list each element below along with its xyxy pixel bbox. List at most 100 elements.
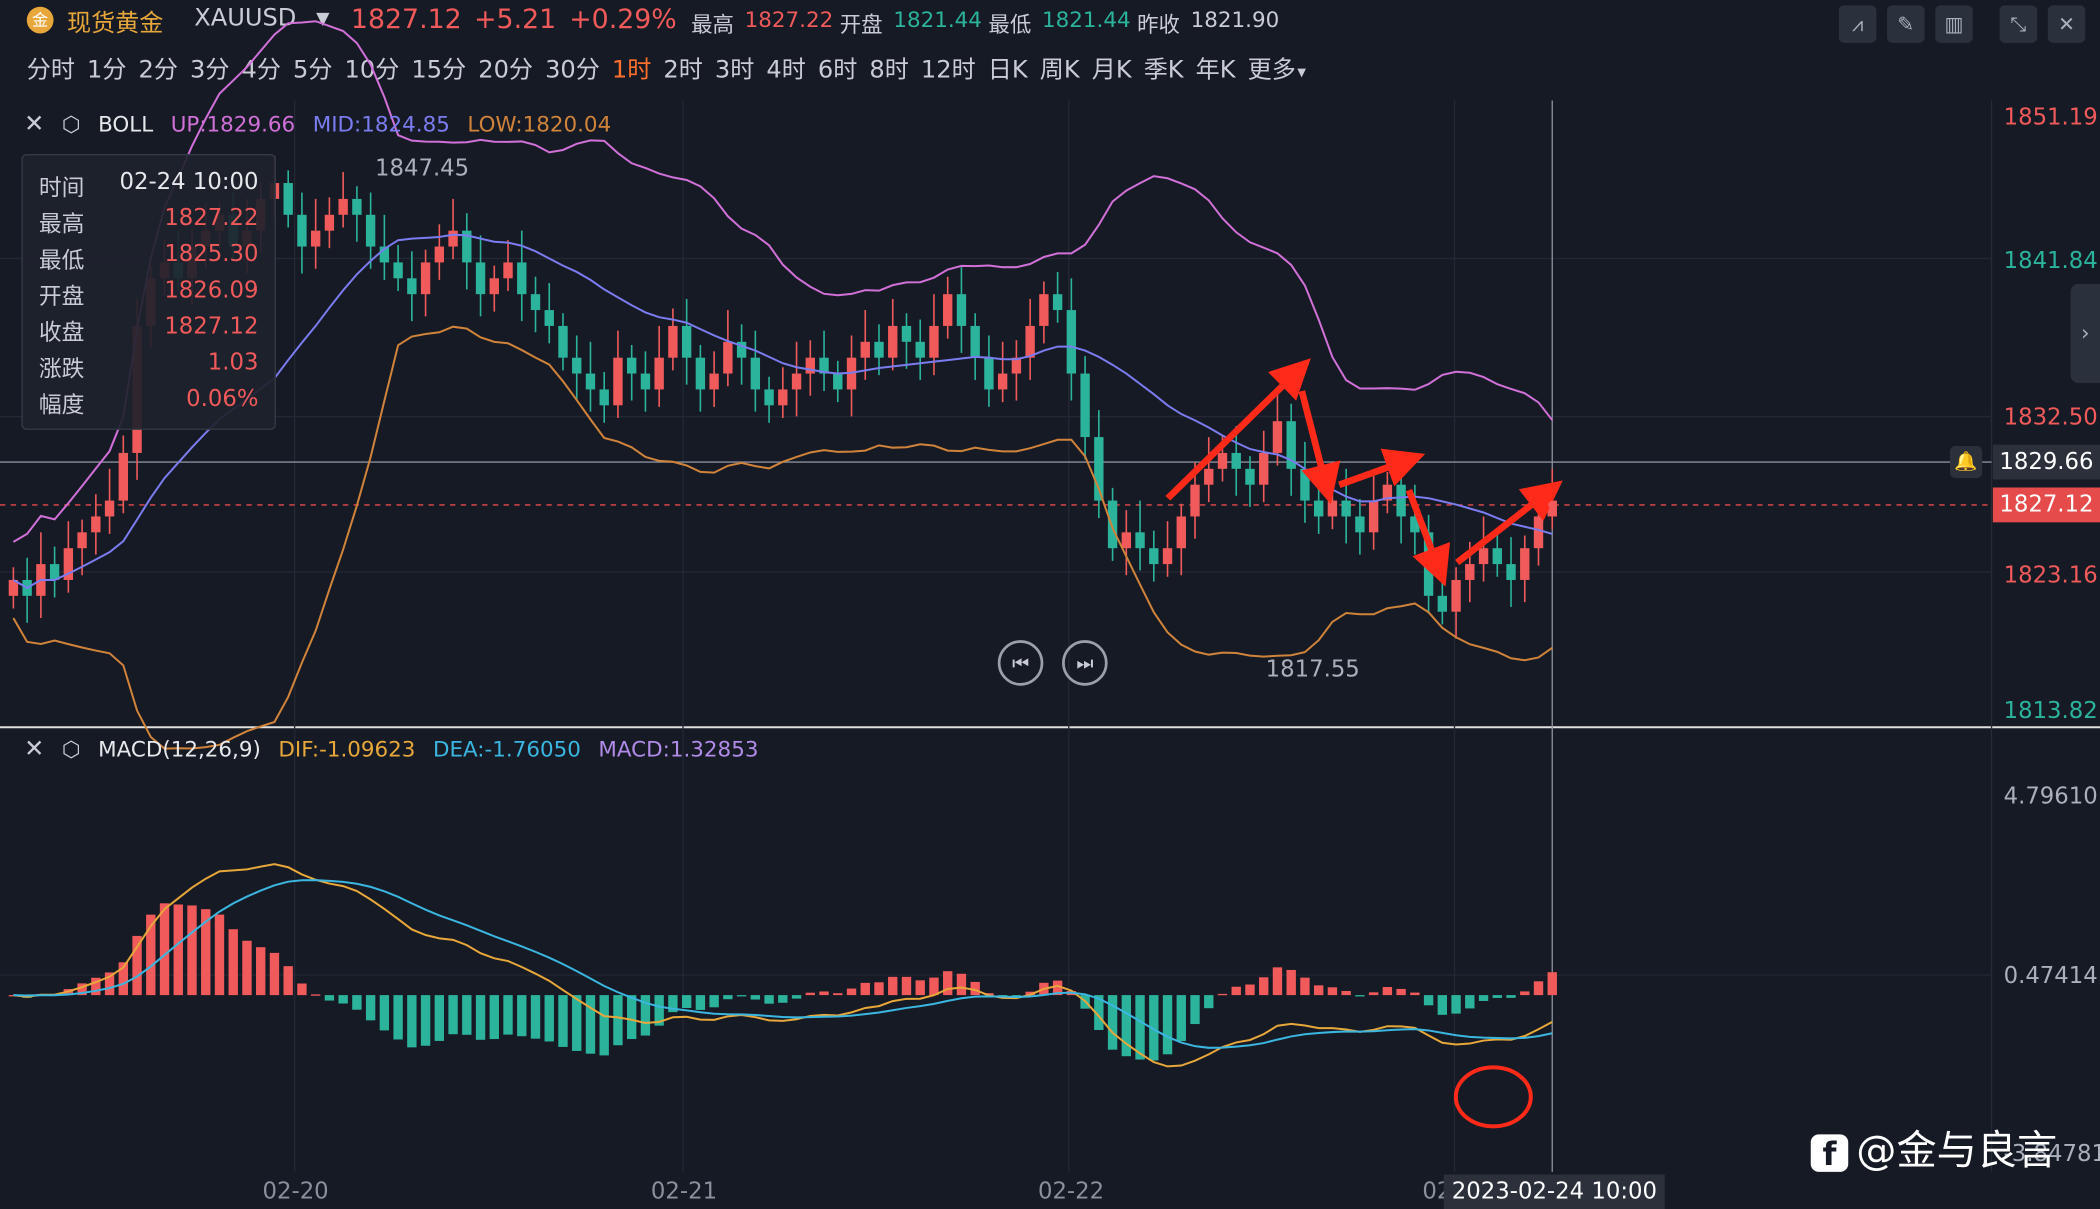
candle-body — [1341, 500, 1351, 517]
candle-body — [544, 310, 554, 326]
period-high-annotation: 1847.45 — [375, 155, 470, 183]
candle-body — [613, 357, 623, 406]
ohlc-row: 时间 02-24 10:00 — [39, 169, 259, 205]
macd-histogram-bar — [1355, 995, 1365, 997]
macd-histogram-bar — [1190, 995, 1200, 1025]
macd-histogram-bar — [338, 995, 348, 1004]
price-chart[interactable] — [0, 0, 2100, 1208]
ohlc-value: 1825.30 — [164, 241, 259, 268]
crosshair-dot — [1548, 500, 1557, 509]
candle-body — [77, 532, 87, 549]
macd-histogram-bar — [214, 914, 225, 996]
candle-body — [1259, 452, 1269, 485]
macd-histogram-bar — [1382, 987, 1393, 996]
candle-body — [984, 357, 994, 390]
chevron-right-icon[interactable]: › — [2070, 283, 2100, 384]
macd-histogram-bar — [819, 991, 829, 996]
macd-histogram-bar — [1300, 977, 1310, 996]
macd-histogram-bar — [379, 995, 390, 1031]
macd-histogram-bar — [1478, 995, 1489, 1001]
macd-histogram-bar — [915, 980, 925, 996]
macd-histogram-bar — [448, 995, 458, 1035]
macd-histogram-bar — [860, 982, 870, 996]
settings-hex-icon[interactable]: ⬡ — [62, 111, 81, 136]
macd-histogram-bar — [1313, 985, 1324, 996]
boll-low: LOW:1820.04 — [467, 111, 612, 137]
candle-body — [517, 262, 527, 295]
ohlc-key: 开盘 — [38, 283, 85, 311]
macd-histogram-bar — [929, 977, 939, 996]
macd-histogram-bar — [874, 982, 884, 996]
macd-dif: DIF:-1.09623 — [278, 736, 416, 763]
macd-histogram-bar — [283, 966, 293, 996]
macd-histogram-bar — [1231, 986, 1241, 996]
close-indicator-icon[interactable]: ✕ — [24, 735, 44, 763]
settings-hex-icon[interactable]: ⬡ — [62, 737, 81, 762]
macd-histogram-bar — [888, 976, 898, 996]
macd-histogram-bar — [256, 947, 266, 996]
candle-body — [1121, 532, 1132, 549]
macd-histogram-bar — [956, 973, 967, 996]
price-tick: 1851.19 — [2003, 104, 2098, 132]
macd-histogram-bar — [681, 995, 692, 1008]
candle-body — [1437, 595, 1448, 612]
crosshair-time-label: 2023-02-24 10:00 — [1443, 1174, 1666, 1209]
macd-histogram-bar — [833, 993, 843, 996]
current-price-label: 1827.12 — [1992, 487, 2100, 523]
candle-body — [324, 214, 335, 231]
macd-histogram-bar — [626, 995, 637, 1040]
candle-body — [723, 341, 733, 374]
candle-body — [1217, 452, 1228, 469]
candle-body — [1204, 468, 1214, 485]
annotation-arrow — [1455, 480, 1563, 566]
macd-histogram-bar — [407, 995, 417, 1048]
chart-app: 金 现货黄金 XAUUSD ▼ 1827.12 +5.21 +0.29% 最高 … — [0, 0, 2100, 1209]
macd-histogram-bar — [846, 988, 857, 996]
candle-body — [1052, 294, 1063, 311]
price-tick: 1823.16 — [2003, 562, 2098, 590]
macd-histogram-bar — [1437, 995, 1448, 1015]
step-forward-icon[interactable]: ⏭ — [1062, 640, 1108, 686]
step-back-icon[interactable]: ⏮ — [997, 640, 1044, 686]
macd-histogram-bar — [365, 995, 376, 1021]
candle-body — [1066, 310, 1077, 374]
macd-histogram-bar — [805, 992, 815, 996]
ohlc-key: 收盘 — [38, 320, 85, 347]
watermark: f @金与良言 — [1810, 1117, 2057, 1176]
ohlc-value: 1826.09 — [164, 277, 259, 305]
candle-body — [572, 357, 582, 374]
candle-body — [489, 278, 499, 295]
macd-tick: 0.47414 — [2003, 962, 2098, 990]
close-indicator-icon[interactable]: ✕ — [24, 110, 44, 138]
date-tick: 02-22 — [1037, 1178, 1105, 1206]
macd-histogram-bar — [1492, 995, 1502, 998]
candle-body — [709, 373, 719, 390]
macd-histogram-bar — [764, 995, 774, 1004]
macd-histogram-bar — [1341, 990, 1351, 996]
macd-dea: DEA:-1.76050 — [432, 736, 581, 763]
annotation-arrow — [1338, 448, 1426, 488]
candle-body — [118, 452, 128, 501]
macd-histogram-bar — [1272, 967, 1283, 996]
candle-body — [956, 294, 967, 326]
ohlc-key: 最低 — [38, 247, 85, 275]
macd-histogram-bar — [297, 983, 307, 996]
price-tick: 1832.50 — [2003, 404, 2098, 432]
candle-body — [1039, 294, 1049, 326]
candle-body — [448, 230, 458, 247]
alarm-bell-icon[interactable]: 🔔 — [1950, 445, 1983, 479]
ohlc-row: 开盘 1826.09 — [39, 277, 259, 313]
macd-histogram-bar — [1547, 972, 1557, 996]
macd-histogram-bar — [1410, 992, 1420, 996]
macd-histogram-bar — [1368, 992, 1379, 996]
candle-body — [1368, 500, 1379, 533]
macd-histogram-bar — [1506, 995, 1516, 998]
candle-body — [558, 325, 568, 358]
macd-histogram-bar — [324, 995, 335, 1001]
candle-body — [860, 341, 870, 358]
macd-histogram-bar — [462, 995, 472, 1035]
candle-body — [104, 500, 115, 517]
candle-body — [1520, 548, 1530, 580]
macd-histogram-bar — [709, 995, 719, 1008]
candle-body — [791, 373, 802, 390]
